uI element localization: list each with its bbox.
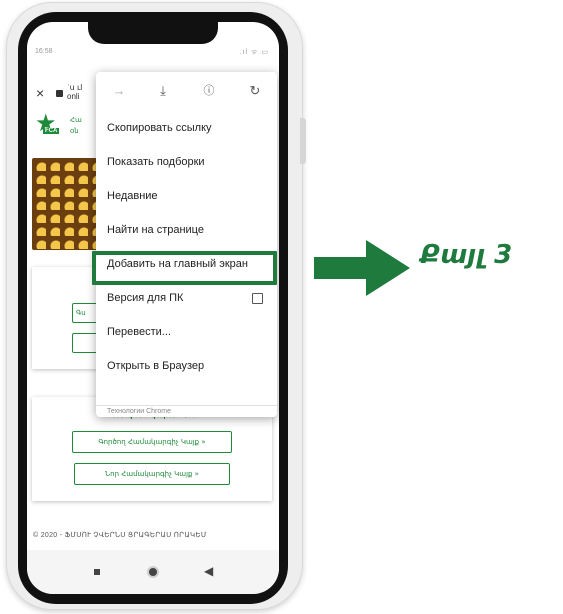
info-icon[interactable]: ⓘ (200, 82, 218, 100)
pointer-arrow-icon (314, 240, 410, 296)
menu-item-show-collections[interactable]: Показать подборки (96, 146, 277, 179)
site-title: Հա օն (70, 117, 82, 135)
status-time: 16:58 (35, 48, 53, 55)
step-label: Քայլ 3 (420, 240, 513, 270)
android-nav-bar: ◀ (27, 550, 279, 594)
phone-notch (88, 22, 218, 44)
arrow-forward-icon[interactable]: → (110, 82, 128, 100)
menu-item-open-in-browser[interactable]: Открыть в Браузер (96, 350, 277, 383)
menu-toolbar: → ⤓ ⓘ ↻ (96, 72, 277, 112)
menu-item-recent[interactable]: Недавние (96, 180, 277, 213)
phone-side-button (300, 118, 306, 164)
menu-item-translate[interactable]: Перевести... (96, 316, 277, 349)
close-icon[interactable]: × (36, 85, 44, 101)
menu-item-desktop-site[interactable]: Версия для ПК (96, 282, 277, 315)
phone-screen: 16:58 .ıl ᯤ ▭ × ʿս ւl onli ★ FCA Հա օն Գ… (27, 22, 279, 594)
reload-icon[interactable]: ↻ (246, 82, 264, 100)
chrome-overflow-menu: → ⤓ ⓘ ↻ Скопировать ссылку Показать подб… (96, 72, 277, 417)
stage: 16:58 .ıl ᯤ ▭ × ʿս ւl onli ★ FCA Հա օն Գ… (0, 0, 563, 614)
download-icon[interactable]: ⤓ (154, 82, 172, 100)
desktop-site-checkbox[interactable] (252, 293, 263, 304)
recent-apps-icon[interactable] (94, 569, 100, 575)
new-computer-site-button[interactable]: Նոր Համակարգիչ Կայք » (74, 463, 230, 485)
highlight-box (92, 251, 277, 285)
back-icon[interactable]: ◀ (204, 564, 213, 578)
menu-item-copy-link[interactable]: Скопировать ссылку (96, 112, 277, 145)
home-icon[interactable] (147, 566, 159, 578)
menu-divider (96, 405, 277, 406)
menu-item-find-in-page[interactable]: Найти на странице (96, 214, 277, 247)
url-text[interactable]: ʿս ւl onli (67, 83, 87, 101)
current-computer-site-button[interactable]: Գործող Համակարգիչ Կայք » (72, 431, 232, 453)
card-button[interactable]: Գս (72, 303, 98, 323)
status-icons: .ıl ᯤ ▭ (239, 49, 269, 56)
lock-icon (56, 90, 63, 97)
page-footer: © 2020 - ՖՄՍՈՒ ՉՎԵՐՆՍ ՑՐԱԳԵՐԱՍ ՈՐԱԿԵՄ (33, 532, 207, 539)
card-button[interactable] (72, 333, 98, 353)
logo-text: FCA (43, 128, 60, 134)
site-logo[interactable]: ★ FCA (35, 112, 61, 140)
honeycomb-image (32, 158, 97, 250)
menu-item-desktop-site-label: Версия для ПК (107, 292, 184, 304)
menu-footer: Технологии Chrome (107, 408, 171, 415)
